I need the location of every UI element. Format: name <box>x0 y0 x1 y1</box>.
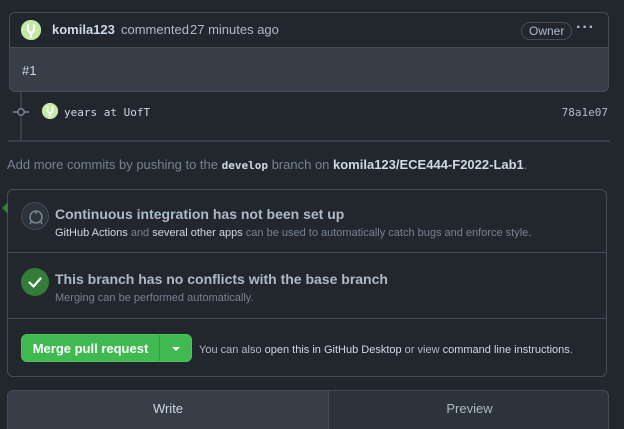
ci-title: Continuous integration has not been set … <box>55 206 345 222</box>
ci-section: Continuous integration has not been set … <box>8 190 606 253</box>
editor-tabs: Write Preview <box>7 390 609 429</box>
owner-badge: Owner <box>521 22 573 40</box>
merge-alt-text1: You can also <box>199 344 265 356</box>
check-circle-icon <box>21 268 49 296</box>
comment-author[interactable]: komila123 <box>52 22 115 37</box>
tab-preview-label: Preview <box>446 401 493 416</box>
merge-button-group: Merge pull request <box>21 334 192 362</box>
push-hint-prefix: Add more commits by pushing to the <box>7 157 222 172</box>
push-hint-middle: branch on <box>267 157 334 172</box>
commit-author-avatar[interactable] <box>42 103 58 119</box>
push-hint: Add more commits by pushing to the devel… <box>7 157 527 172</box>
comment-header: komila123 commented 27 minutes ago Owner… <box>10 13 608 48</box>
merge-alt-text2: or view <box>401 344 443 356</box>
tab-write[interactable]: Write <box>8 391 329 429</box>
ci-subtitle: GitHub Actions and several other apps ca… <box>55 227 531 239</box>
github-desktop-link[interactable]: open this in GitHub Desktop <box>265 344 402 356</box>
timeline-divider <box>8 140 610 142</box>
merge-action-section: Merge pull request You can also open thi… <box>8 319 606 377</box>
conflict-subtitle: Merging can be performed automatically. <box>55 292 254 304</box>
merge-alternatives: You can also open this in GitHub Desktop… <box>199 344 573 356</box>
branch-name: develop <box>221 159 268 172</box>
author-avatar[interactable] <box>21 20 41 40</box>
merge-options-dropdown[interactable] <box>160 335 191 361</box>
other-apps-link[interactable]: several other apps <box>152 227 243 239</box>
commit-sha[interactable]: 78a1e07 <box>562 106 608 119</box>
tab-preview[interactable]: Preview <box>329 391 608 429</box>
merge-alt-text3: . <box>569 344 573 356</box>
push-hint-suffix: . <box>523 157 528 172</box>
ci-text2: can be used to automatically catch bugs … <box>242 227 532 239</box>
commit-row: years at UofT 78a1e07 <box>0 100 624 124</box>
comment-card: komila123 commented 27 minutes ago Owner… <box>9 12 609 92</box>
comment-time[interactable]: 27 minutes ago <box>190 22 279 37</box>
conflict-section: This branch has no conflicts with the ba… <box>8 253 606 319</box>
github-actions-link[interactable]: GitHub Actions <box>55 227 128 239</box>
ci-icon <box>21 202 49 230</box>
merge-pull-request-button[interactable]: Merge pull request <box>22 335 159 361</box>
comment-text: #1 <box>22 63 37 78</box>
tab-write-label: Write <box>152 401 184 416</box>
repo-link[interactable]: komila123/ECE444-F2022-Lab1 <box>333 157 524 172</box>
ci-text1: and <box>127 227 153 239</box>
kebab-menu-icon[interactable]: ··· <box>576 19 595 37</box>
conflict-title: This branch has no conflicts with the ba… <box>55 271 388 287</box>
git-commit-icon <box>13 106 29 118</box>
merge-box: Continuous integration has not been set … <box>2 189 607 377</box>
comment-body: #1 <box>10 48 608 91</box>
caret-down-icon <box>172 347 180 351</box>
command-line-link[interactable]: command line instructions <box>443 344 570 356</box>
commit-message[interactable]: years at UofT <box>64 106 150 119</box>
comment-action: commented <box>121 22 189 37</box>
